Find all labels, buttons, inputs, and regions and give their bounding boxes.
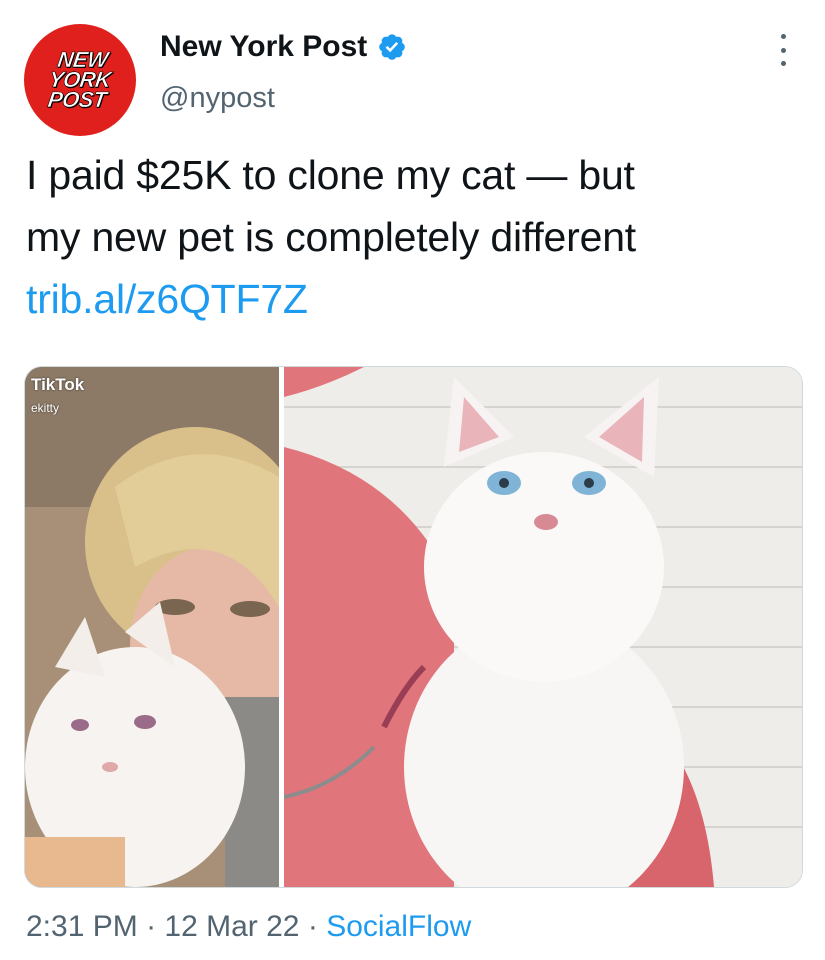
display-name[interactable]: New York Post	[160, 30, 367, 64]
more-options-icon[interactable]	[776, 34, 790, 66]
avatar[interactable]: NEW YORK POST	[24, 24, 136, 136]
tweet-text-line: I paid $25K to clone my cat — but	[26, 152, 635, 198]
tiktok-username: ekitty	[31, 401, 60, 415]
verified-badge-icon	[377, 32, 407, 62]
tweet-link[interactable]: trib.al/z6QTF7Z	[26, 268, 816, 330]
avatar-logo-text: NEW YORK POST	[46, 47, 113, 113]
tweet-metadata: 2:31 PM · 12 Mar 22 · SocialFlow	[26, 910, 471, 944]
tweet-time[interactable]: 2:31 PM	[26, 910, 138, 943]
separator: ·	[146, 910, 157, 943]
tweet-media[interactable]: TikTok ekitty	[24, 366, 803, 888]
tweet-source[interactable]: SocialFlow	[326, 910, 471, 943]
photo-white-cat[interactable]	[284, 367, 802, 887]
separator: ·	[307, 910, 318, 943]
tweet-date[interactable]: 12 Mar 22	[164, 910, 299, 943]
account-handle[interactable]: @nypost	[160, 82, 275, 115]
tweet-text-line: my new pet is completely different	[26, 214, 637, 260]
photo-woman-with-cat[interactable]: TikTok ekitty	[25, 367, 279, 887]
tiktok-watermark: TikTok	[31, 375, 85, 394]
account-name-row: New York Post	[160, 30, 407, 64]
tweet-text: I paid $25K to clone my cat — but my new…	[26, 144, 816, 330]
